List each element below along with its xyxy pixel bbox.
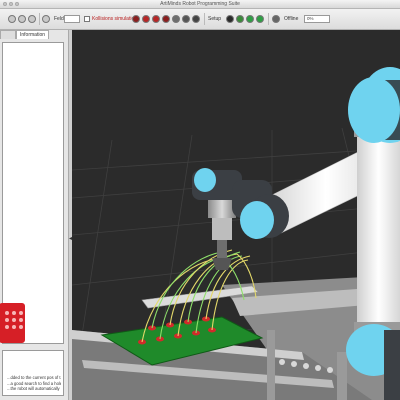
- record-all-icon[interactable]: [162, 15, 170, 23]
- offline-label: Offline: [284, 16, 299, 22]
- hole: [12, 318, 16, 322]
- setup-icon[interactable]: [226, 15, 234, 23]
- connect-icon[interactable]: [272, 15, 280, 23]
- info-line: ...dded to the current pos of t...: [7, 375, 61, 380]
- window-title: ArtiMinds Robot Programming Suite: [160, 1, 240, 7]
- left-panel-tabs: Information: [0, 30, 68, 39]
- undo-icon[interactable]: [42, 15, 50, 23]
- program-canvas[interactable]: [0, 42, 64, 344]
- tab-information[interactable]: Information: [16, 30, 50, 39]
- hole: [12, 311, 16, 315]
- play-icon[interactable]: [236, 15, 244, 23]
- toolbar-separator: [204, 13, 205, 25]
- record-icon[interactable]: [142, 15, 150, 23]
- hole: [19, 318, 23, 322]
- toolbar-separator: [39, 13, 40, 25]
- play-step-icon[interactable]: [246, 15, 254, 23]
- field-input[interactable]: [64, 15, 80, 23]
- hole: [5, 325, 9, 329]
- scene-svg: [72, 67, 400, 400]
- info-line: ...the robot will automatically m...: [7, 386, 61, 391]
- collision-simulation-checkbox[interactable]: [84, 16, 90, 22]
- pcb-holes: [5, 311, 23, 329]
- 3d-viewport[interactable]: [72, 30, 400, 400]
- pause-icon[interactable]: [172, 15, 180, 23]
- save-icon[interactable]: [28, 15, 36, 23]
- eject-icon[interactable]: [182, 15, 190, 23]
- hole: [19, 311, 23, 315]
- toolbar-separator: [268, 13, 269, 25]
- record-step-icon[interactable]: [152, 15, 160, 23]
- information-text: ...dded to the current pos of t... ...a …: [2, 350, 64, 396]
- hole: [19, 325, 23, 329]
- left-panel: Information ...dded to the current pos o…: [0, 30, 69, 400]
- field-label: Feld: [54, 16, 64, 22]
- pcb-template-icon[interactable]: [0, 303, 25, 343]
- hole: [5, 318, 9, 322]
- tab-program[interactable]: [0, 30, 16, 39]
- setup-label: Setup: [208, 16, 222, 22]
- stop-icon[interactable]: [132, 15, 140, 23]
- hole: [5, 311, 9, 315]
- toolbar: Feld Kollisions simulation Setup Offline…: [0, 9, 400, 30]
- robot-upper-arm: [346, 67, 400, 400]
- speed-select[interactable]: 0%: [304, 15, 330, 23]
- play-all-icon[interactable]: [256, 15, 264, 23]
- new-icon[interactable]: [8, 15, 16, 23]
- window-titlebar: ArtiMinds Robot Programming Suite: [0, 0, 400, 9]
- open-icon[interactable]: [18, 15, 26, 23]
- hole: [12, 325, 16, 329]
- settings-icon[interactable]: [192, 15, 200, 23]
- collision-simulation-label: Kollisions simulation: [92, 16, 138, 22]
